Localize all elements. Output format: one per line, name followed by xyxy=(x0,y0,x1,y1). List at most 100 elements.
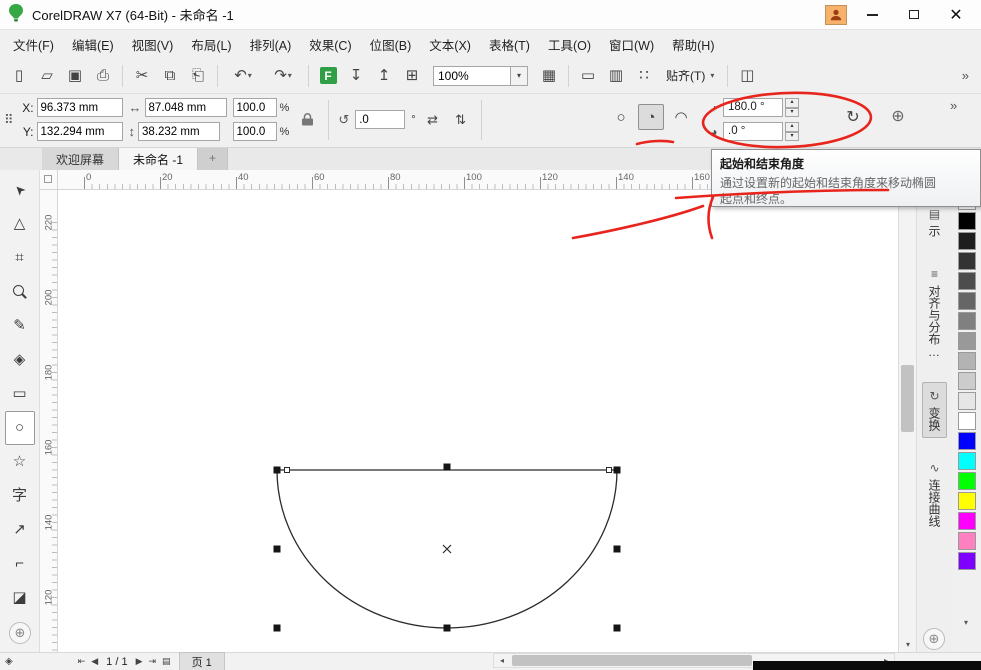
drawing-canvas[interactable] xyxy=(58,190,898,652)
undo-dropdown-icon[interactable]: ▾ xyxy=(248,71,252,80)
redo-button[interactable]: ↷▾ xyxy=(264,63,302,89)
mirror-vertical-button[interactable]: ⇅ xyxy=(450,109,472,131)
menu-item[interactable]: 帮助(H) xyxy=(663,30,723,59)
new-document-button[interactable]: ▯ xyxy=(6,63,32,89)
mirror-horizontal-button[interactable]: ⇄ xyxy=(422,109,444,131)
pick-tool[interactable]: ➤ xyxy=(5,173,35,207)
palette-scroll-down-icon[interactable]: ▾ xyxy=(958,618,974,632)
x-position-input[interactable] xyxy=(37,98,123,117)
snap-to-button[interactable]: 贴齐(T)▾ xyxy=(659,63,721,88)
horizontal-scroll-thumb[interactable] xyxy=(512,655,752,666)
quick-customize-button[interactable]: ⊕ xyxy=(886,104,910,128)
pink[interactable] xyxy=(958,532,976,550)
vertical-scroll-thumb[interactable] xyxy=(901,365,914,432)
copy-button[interactable]: ⧉ xyxy=(157,63,183,89)
maximize-button[interactable] xyxy=(897,3,931,27)
object-center-marker[interactable] xyxy=(443,545,451,553)
gray-60[interactable] xyxy=(958,292,976,310)
dimension-tool[interactable]: ↗ xyxy=(5,513,35,547)
close-button[interactable]: ✕ xyxy=(939,3,973,27)
black[interactable] xyxy=(958,212,976,230)
connector-tool[interactable]: ⌐ xyxy=(5,547,35,581)
search-content-button[interactable]: F xyxy=(315,63,341,89)
smart-fill-tool[interactable]: ◈ xyxy=(5,343,35,377)
lock-ratio-button[interactable] xyxy=(295,103,319,137)
gray-50[interactable] xyxy=(958,312,976,330)
zoom-tool[interactable] xyxy=(5,275,35,309)
white[interactable] xyxy=(958,412,976,430)
cut-button[interactable]: ✂ xyxy=(129,63,155,89)
start-angle-down-button[interactable]: ▾ xyxy=(785,108,799,118)
change-direction-button[interactable]: ↻ xyxy=(840,104,866,130)
menu-item[interactable]: 位图(B) xyxy=(361,30,421,59)
magenta[interactable] xyxy=(958,512,976,530)
scroll-down-icon[interactable]: ▾ xyxy=(899,636,917,652)
propbar-overflow-button[interactable]: » xyxy=(950,98,957,113)
menu-item[interactable]: 表格(T) xyxy=(480,30,539,59)
user-account-icon[interactable] xyxy=(825,5,847,25)
minimize-button[interactable] xyxy=(855,3,889,27)
add-page-icon[interactable]: ▤ xyxy=(162,656,171,667)
next-page-button[interactable]: ▶ xyxy=(136,656,143,667)
cyan[interactable] xyxy=(958,452,976,470)
tab-untitled-document[interactable]: 未命名 -1 xyxy=(119,148,198,170)
menu-item[interactable]: 工具(O) xyxy=(539,30,600,59)
menu-item[interactable]: 编辑(E) xyxy=(63,30,123,59)
docker-tab-align-distribute[interactable]: ≡ 对齐与分布… xyxy=(922,260,947,366)
new-tab-button[interactable]: + xyxy=(198,148,228,170)
fullscreen-preview-button[interactable]: ▭ xyxy=(575,63,601,89)
object-width-input[interactable] xyxy=(145,98,227,117)
pie-mode-button[interactable]: ◔ xyxy=(638,104,664,130)
zoom-level-input[interactable] xyxy=(433,66,511,86)
menu-item[interactable]: 布局(L) xyxy=(182,30,240,59)
ruler-origin[interactable] xyxy=(40,170,58,190)
gray-30[interactable] xyxy=(958,352,976,370)
docker-tab-connect-curves[interactable]: ∿ 连接曲线 xyxy=(922,454,947,534)
freehand-tool[interactable]: ✎ xyxy=(5,309,35,343)
tab-welcome-screen[interactable]: 欢迎屏幕 xyxy=(42,148,119,170)
text-tool[interactable]: 字 xyxy=(5,479,35,513)
menu-item[interactable]: 文件(F) xyxy=(4,30,63,59)
last-page-button[interactable]: ⇥ xyxy=(149,656,157,667)
gray-20[interactable] xyxy=(958,372,976,390)
menu-item[interactable]: 文本(X) xyxy=(420,30,480,59)
gray-40[interactable] xyxy=(958,332,976,350)
zoom-dropdown-icon[interactable]: ▾ xyxy=(511,66,528,86)
docker-quick-customize-button[interactable]: ⊕ xyxy=(923,628,945,650)
scale-y-input[interactable] xyxy=(233,122,277,141)
paste-button[interactable]: ⎗ xyxy=(185,63,211,89)
open-button[interactable]: ▱ xyxy=(34,63,60,89)
green[interactable] xyxy=(958,472,976,490)
show-rulers-button[interactable]: ▥ xyxy=(603,63,629,89)
polygon-tool[interactable]: ☆ xyxy=(5,445,35,479)
gray-80[interactable] xyxy=(958,252,976,270)
crop-tool[interactable]: ⌗ xyxy=(5,241,35,275)
ellipse-tool[interactable]: ○ xyxy=(5,411,35,445)
yellow[interactable] xyxy=(958,492,976,510)
gray-10[interactable] xyxy=(958,392,976,410)
gray-70[interactable] xyxy=(958,272,976,290)
y-position-input[interactable] xyxy=(37,122,123,141)
menu-item[interactable]: 排列(A) xyxy=(241,30,301,59)
rotation-angle-input[interactable] xyxy=(355,110,405,129)
selection-handles[interactable] xyxy=(274,464,621,632)
end-angle-input[interactable]: .0 ° xyxy=(723,122,783,141)
shape-tool[interactable]: △ xyxy=(5,207,35,241)
vertical-scrollbar[interactable]: ▴ ▾ xyxy=(898,190,916,652)
rectangle-tool[interactable]: ▭ xyxy=(5,377,35,411)
gray-90[interactable] xyxy=(958,232,976,250)
start-angle-up-button[interactable]: ▴ xyxy=(785,98,799,108)
print-button[interactable]: ⎙ xyxy=(90,63,116,89)
snap-grid-button[interactable]: ∷ xyxy=(631,63,657,89)
first-page-button[interactable]: ⇤ xyxy=(78,656,86,667)
toolbar-overflow-button[interactable]: » xyxy=(956,68,975,83)
export-button[interactable]: ↥ xyxy=(371,63,397,89)
view-grid-button[interactable]: ▦ xyxy=(536,63,562,89)
blue[interactable] xyxy=(958,432,976,450)
menu-item[interactable]: 窗口(W) xyxy=(600,30,663,59)
redo-dropdown-icon[interactable]: ▾ xyxy=(288,71,292,80)
toolbox-customize-button[interactable]: ⊕ xyxy=(9,622,31,644)
application-launcher-button[interactable]: ⊞ xyxy=(399,63,425,89)
arc-mode-button[interactable]: ◠ xyxy=(668,104,694,130)
undo-button[interactable]: ↶▾ xyxy=(224,63,262,89)
